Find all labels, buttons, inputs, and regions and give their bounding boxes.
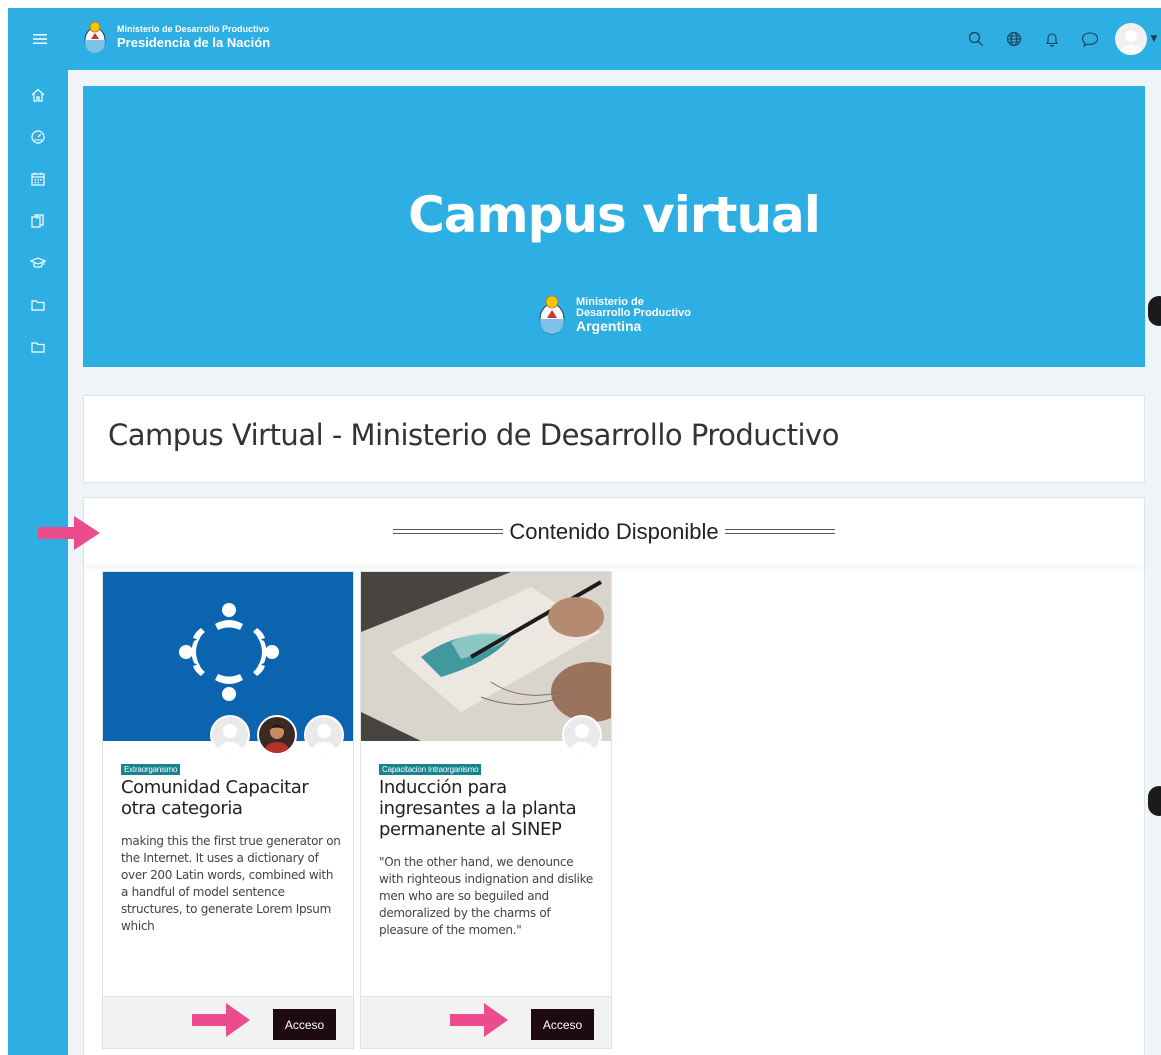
brand-ministry: Ministerio de Desarrollo Productivo [117, 24, 270, 34]
home-icon[interactable] [8, 74, 68, 116]
teacher-avatar[interactable] [257, 715, 297, 755]
content-bank-icon[interactable] [8, 200, 68, 242]
page-header: Campus Virtual - Ministerio de Desarroll… [83, 395, 1145, 483]
ministry-logo: Ministerio de Desarrollo Productivo Arge… [535, 293, 691, 337]
user-avatar[interactable] [1115, 23, 1147, 55]
scroll-handle[interactable] [1148, 786, 1161, 816]
access-button[interactable]: Acceso [273, 1009, 336, 1040]
card-body: Capacitacion Intraorganismo Inducción pa… [379, 757, 599, 939]
graduation-cap-icon[interactable] [8, 242, 68, 284]
course-description: making this the first true generator on … [121, 834, 341, 933]
teacher-avatar[interactable] [304, 715, 344, 755]
course-title[interactable]: Comunidad Capacitar otra categoria [121, 777, 341, 819]
course-card[interactable]: Extraorganismo Comunidad Capacitar otra … [102, 571, 354, 1049]
dashboard-icon[interactable] [8, 116, 68, 158]
annotation-arrow-icon [38, 516, 100, 550]
logo-line-3: Argentina [576, 317, 642, 334]
hero-title: Campus virtual [408, 186, 821, 244]
folder-icon[interactable] [8, 284, 68, 326]
folder-icon[interactable] [8, 326, 68, 368]
argentina-seal-icon [539, 295, 565, 335]
argentina-seal-icon [84, 21, 106, 53]
teacher-avatar[interactable] [562, 715, 602, 755]
access-button[interactable]: Acceso [531, 1009, 594, 1040]
brand-logo[interactable]: Ministerio de Desarrollo Productivo Pres… [81, 19, 270, 55]
annotation-arrow-icon [192, 1003, 250, 1037]
search-icon[interactable] [957, 20, 995, 58]
course-card[interactable]: Capacitacion Intraorganismo Inducción pa… [360, 571, 612, 1049]
annotation-arrow-icon [450, 1003, 508, 1037]
scroll-handle[interactable] [1148, 296, 1161, 326]
brand-presidency: Presidencia de la Nación [117, 35, 271, 50]
category-badge[interactable]: Capacitacion Intraorganismo [379, 764, 482, 775]
navbar-actions: ▼ [957, 8, 1161, 70]
main-content: Campus virtual Ministerio de Desarrollo … [68, 70, 1161, 1055]
calendar-icon[interactable] [8, 158, 68, 200]
section-title: Contenido Disponible [509, 518, 719, 544]
divider [724, 529, 835, 534]
course-section: Contenido Disponible Extraorganismo Comu… [83, 497, 1145, 1055]
logo-line-2: Desarrollo Productivo [576, 306, 691, 319]
section-header: Contenido Disponible [84, 498, 1144, 565]
course-description: "On the other hand, we denounce with rig… [379, 855, 593, 937]
globe-icon[interactable] [995, 20, 1033, 58]
card-body: Extraorganismo Comunidad Capacitar otra … [121, 757, 341, 935]
logo-line-1: Ministerio de [576, 295, 644, 308]
course-title[interactable]: Inducción para ingresantes a la planta p… [379, 777, 599, 840]
page-title: Campus Virtual - Ministerio de Desarroll… [108, 418, 839, 452]
bell-icon[interactable] [1033, 20, 1071, 58]
category-badge[interactable]: Extraorganismo [121, 764, 181, 775]
menu-icon[interactable] [16, 8, 64, 70]
hero-banner: Campus virtual Ministerio de Desarrollo … [83, 86, 1145, 367]
chevron-down-icon[interactable]: ▼ [1147, 20, 1161, 58]
teacher-avatar[interactable] [210, 715, 250, 755]
divider [393, 529, 504, 534]
top-navbar: Ministerio de Desarrollo Productivo Pres… [8, 8, 1161, 70]
chat-icon[interactable] [1071, 20, 1109, 58]
left-sidebar [8, 70, 68, 1055]
